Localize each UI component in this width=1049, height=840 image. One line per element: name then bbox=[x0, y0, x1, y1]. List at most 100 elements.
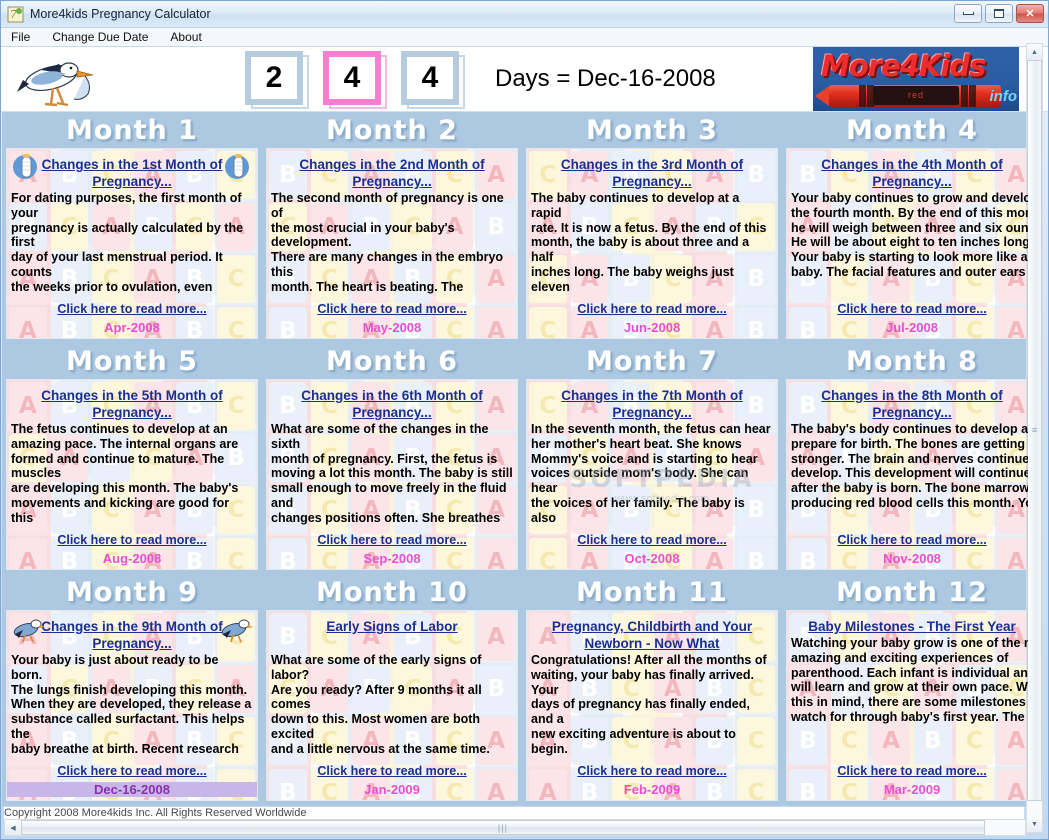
days-due-date-label: Days = Dec-16-2008 bbox=[495, 65, 716, 92]
months-grid: Month 1 ABCABC BCABCA ABCABC ABCABC bbox=[2, 112, 1028, 805]
read-more-link-12[interactable]: Click here to read more... bbox=[837, 764, 986, 778]
month-footer-11: Click here to read more... Feb-2009 bbox=[527, 762, 777, 797]
month-link-title-10[interactable]: Early Signs of Labor bbox=[279, 618, 505, 635]
month-body-5: The fetus continues to develop at an ama… bbox=[11, 422, 244, 526]
month-body-6: What are some of the changes in the sixt… bbox=[271, 422, 513, 526]
month-body-1: For dating purposes, the first month of … bbox=[11, 191, 244, 295]
month-link-title-3[interactable]: Changes in the 3rd Month of Pregnancy... bbox=[539, 156, 765, 190]
month-link-title-5[interactable]: Changes in the 5th Month of Pregnancy... bbox=[19, 387, 245, 421]
month-title-1: Month 1 bbox=[66, 115, 198, 146]
month-title-12: Month 12 bbox=[836, 577, 988, 608]
month-link-title-9[interactable]: Changes in the 9th Month of Pregnancy... bbox=[19, 618, 245, 652]
read-more-link-3[interactable]: Click here to read more... bbox=[577, 302, 726, 316]
vertical-scroll-track[interactable]: ≡ bbox=[1027, 60, 1042, 816]
read-more-link-4[interactable]: Click here to read more... bbox=[837, 302, 986, 316]
month-footer-3: Click here to read more... Jun-2008 bbox=[527, 300, 777, 335]
stork-with-baby-icon bbox=[7, 48, 127, 110]
month-footer-4: Click here to read more... Jul-2008 bbox=[787, 300, 1028, 335]
horizontal-scroll-track[interactable]: ||| bbox=[21, 820, 1025, 835]
vertical-scrollbar[interactable]: ▲ ≡ ▼ bbox=[1026, 43, 1043, 833]
month-date-1: Apr-2008 bbox=[104, 320, 160, 335]
countdown-digit-3-value: 4 bbox=[401, 51, 459, 105]
read-more-link-1[interactable]: Click here to read more... bbox=[57, 302, 206, 316]
stork-icon-left bbox=[11, 152, 45, 182]
menu-bar: File Change Due Date About bbox=[1, 28, 1048, 47]
countdown-digit-3[interactable]: 4 bbox=[401, 51, 465, 109]
month-date-6: Sep-2008 bbox=[363, 551, 421, 566]
month-panel-8: BCABCA ABCABC BCABCA BCABCA Changes in t… bbox=[786, 379, 1028, 570]
month-date-10: Jan-2009 bbox=[364, 782, 420, 797]
month-card-1: Month 1 ABCABC BCABCA ABCABC ABCABC bbox=[2, 112, 262, 343]
month-link-title-6[interactable]: Changes in the 6th Month of Pregnancy... bbox=[279, 387, 505, 421]
crayon-icon: red bbox=[815, 85, 1001, 107]
read-more-link-9[interactable]: Click here to read more... bbox=[57, 764, 206, 778]
menu-item-about[interactable]: About bbox=[170, 29, 211, 46]
countdown-digit-1[interactable]: 2 bbox=[245, 51, 309, 109]
menu-item-change-due-date[interactable]: Change Due Date bbox=[52, 29, 158, 46]
month-body-4: Your baby continues to grow and develop … bbox=[791, 191, 1028, 279]
month-card-7: Month 7 CABCAB BCABCA CABCAB CABCAB Chan… bbox=[522, 343, 782, 574]
month-footer-6: Click here to read more... Sep-2008 bbox=[267, 531, 517, 566]
close-button[interactable]: ✕ bbox=[1016, 4, 1044, 23]
scroll-left-arrow[interactable]: ◀ bbox=[5, 820, 21, 835]
month-date-5: Aug-2008 bbox=[102, 551, 162, 566]
read-more-link-7[interactable]: Click here to read more... bbox=[577, 533, 726, 547]
month-body-7: In the seventh month, the fetus can hear… bbox=[531, 422, 771, 526]
month-date-2: May-2008 bbox=[362, 320, 422, 335]
month-footer-5: Click here to read more... Aug-2008 bbox=[7, 531, 257, 566]
countdown-digit-2[interactable]: 4 bbox=[323, 51, 387, 109]
header-strip: 2 4 4 Days = Dec-16-2008 More4Kids red i… bbox=[1, 47, 1048, 112]
month-date-7: Oct-2008 bbox=[624, 551, 680, 566]
more4kids-logo[interactable]: More4Kids red info bbox=[813, 47, 1019, 111]
read-more-link-5[interactable]: Click here to read more... bbox=[57, 533, 206, 547]
month-panel-10: BCABCA CABCAB BCABCA BCABCA Early Signs … bbox=[266, 610, 518, 801]
month-body-2: The second month of pregnancy is one of … bbox=[271, 191, 504, 295]
month-title-8: Month 8 bbox=[846, 346, 978, 377]
maximize-button[interactable] bbox=[985, 4, 1013, 23]
month-link-title-8[interactable]: Changes in the 8th Month of Pregnancy... bbox=[799, 387, 1025, 421]
month-panel-11: ABCABC ABCABC ABCABC ABCABC Pregnancy, C… bbox=[526, 610, 778, 801]
scroll-up-arrow[interactable]: ▲ bbox=[1027, 44, 1042, 60]
month-card-8: Month 8 BCABCA ABCABC BCABCA BCABCA Chan… bbox=[782, 343, 1028, 574]
vertical-scroll-thumb[interactable]: ≡ bbox=[1027, 60, 1042, 801]
menu-item-file[interactable]: File bbox=[11, 29, 40, 46]
stork-icon-left bbox=[11, 614, 45, 644]
minimize-button[interactable] bbox=[954, 4, 982, 23]
month-panel-7: CABCAB BCABCA CABCAB CABCAB Changes in t… bbox=[526, 379, 778, 570]
stork-icon-right bbox=[219, 152, 253, 182]
month-panel-1: ABCABC BCABCA ABCABC ABCABC Changes in t… bbox=[6, 148, 258, 339]
read-more-link-2[interactable]: Click here to read more... bbox=[317, 302, 466, 316]
month-card-12: Month 12 BCABCA ABCABC BCABCA BCABCA Bab… bbox=[782, 574, 1028, 805]
logo-brand-text: More4Kids bbox=[821, 49, 986, 83]
pregnancy-calculator-icon: 7 bbox=[7, 6, 24, 23]
month-card-11: Month 11 ABCABC ABCABC ABCABC ABCABC Pre… bbox=[522, 574, 782, 805]
month-link-title-1[interactable]: Changes in the 1st Month of Pregnancy... bbox=[19, 156, 245, 190]
read-more-link-10[interactable]: Click here to read more... bbox=[317, 764, 466, 778]
months-scroll-area[interactable]: Month 1 ABCABC BCABCA ABCABC ABCABC bbox=[2, 112, 1028, 806]
month-date-11: Feb-2009 bbox=[623, 782, 681, 797]
month-link-title-11[interactable]: Pregnancy, Childbirth and Your Newborn -… bbox=[531, 618, 773, 652]
month-body-9: Your baby is just about ready to be born… bbox=[11, 653, 252, 757]
horizontal-scrollbar[interactable]: ◀ ||| bbox=[4, 819, 1026, 836]
month-card-3: Month 3 CABCAB ABCABC CABCAB CABCAB Chan… bbox=[522, 112, 782, 343]
read-more-link-6[interactable]: Click here to read more... bbox=[317, 533, 466, 547]
month-panel-6: BCABCA BCABCA BCABCA BCABCA Changes in t… bbox=[266, 379, 518, 570]
month-link-title-2[interactable]: Changes in the 2nd Month of Pregnancy... bbox=[279, 156, 505, 190]
read-more-link-8[interactable]: Click here to read more... bbox=[837, 533, 986, 547]
month-title-5: Month 5 bbox=[66, 346, 198, 377]
window-controls: ✕ bbox=[954, 4, 1044, 23]
month-link-title-12[interactable]: Baby Milestones - The First Year bbox=[799, 618, 1025, 635]
stork-icon-right bbox=[219, 614, 253, 644]
scroll-down-arrow[interactable]: ▼ bbox=[1027, 816, 1042, 832]
month-panel-9: ABCABC BCABCA ABCABC ABCABC bbox=[6, 610, 258, 801]
month-title-7: Month 7 bbox=[586, 346, 718, 377]
month-body-3: The baby continues to develop at a rapid… bbox=[531, 191, 772, 295]
read-more-link-11[interactable]: Click here to read more... bbox=[577, 764, 726, 778]
logo-suffix-text: info bbox=[989, 88, 1018, 105]
countdown-digit-1-value: 2 bbox=[245, 51, 303, 105]
month-link-title-7[interactable]: Changes in the 7th Month of Pregnancy... bbox=[531, 387, 773, 421]
month-date-12: Mar-2009 bbox=[883, 782, 941, 797]
title-bar: 7 More4kids Pregnancy Calculator ✕ bbox=[1, 1, 1048, 28]
month-link-title-4[interactable]: Changes in the 4th Month of Pregnancy... bbox=[799, 156, 1025, 190]
horizontal-scroll-thumb[interactable]: ||| bbox=[21, 820, 985, 835]
